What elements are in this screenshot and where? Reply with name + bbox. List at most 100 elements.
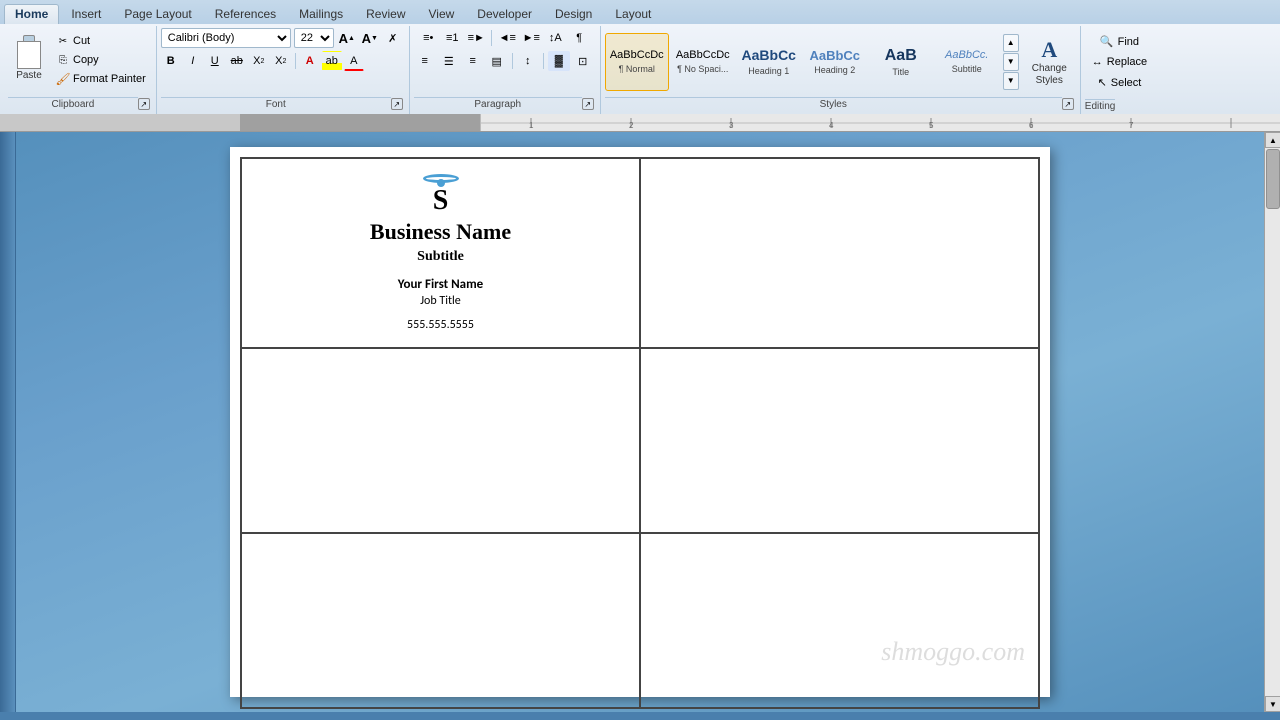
card-cell-4 xyxy=(640,348,1039,533)
subscript-button[interactable]: X2 xyxy=(249,51,269,71)
style-no-spacing-label: ¶ No Spaci... xyxy=(677,64,728,74)
scroll-area[interactable]: S Business Name Subtitle Your First Name… xyxy=(16,132,1264,712)
scroll-up-button[interactable]: ▲ xyxy=(1265,132,1280,148)
card-cell-2 xyxy=(640,158,1039,348)
text-effect-button[interactable]: A xyxy=(300,51,320,71)
style-title-preview: AaB xyxy=(885,46,917,65)
style-heading1[interactable]: AaBbCc Heading 1 xyxy=(737,33,801,91)
italic-button[interactable]: I xyxy=(183,51,203,71)
style-no-spacing-preview: AaBbCcDc xyxy=(676,49,730,62)
paragraph-dialog-launcher[interactable]: ↗ xyxy=(582,98,594,110)
style-heading2[interactable]: AaBbCc Heading 2 xyxy=(803,33,867,91)
scroll-track[interactable] xyxy=(1265,148,1280,696)
show-marks-button[interactable]: ¶ xyxy=(568,28,590,48)
replace-button[interactable]: ↔ Replace xyxy=(1085,53,1154,71)
cut-button[interactable]: ✂ Cut xyxy=(52,32,150,50)
font-shrink-button[interactable]: A▼ xyxy=(360,28,380,48)
multilevel-list-button[interactable]: ≡► xyxy=(465,28,487,48)
tab-view[interactable]: View xyxy=(418,4,466,24)
svg-text:6: 6 xyxy=(1029,121,1034,130)
style-title-label: Title xyxy=(892,67,909,77)
select-button[interactable]: ↖ Select xyxy=(1091,73,1149,92)
align-right-button[interactable]: ≡ xyxy=(462,51,484,71)
tab-references[interactable]: References xyxy=(204,4,287,24)
highlight-button[interactable]: ab xyxy=(322,51,342,71)
justify-button[interactable]: ▤ xyxy=(486,51,508,71)
ribbon-content: Paste ✂ Cut ⎘ Copy 🖌 Format Painter xyxy=(0,24,1280,114)
ruler-bar: 1 2 3 4 5 6 7 xyxy=(0,114,1280,132)
style-normal-preview: AaBbCcDc xyxy=(610,49,664,62)
phone-number: 555.555.5555 xyxy=(407,318,474,332)
tab-layout[interactable]: Layout xyxy=(604,4,662,24)
styles-dialog-launcher[interactable]: ↗ xyxy=(1062,98,1074,110)
sort-button[interactable]: ↕A xyxy=(544,28,566,48)
find-button[interactable]: 🔍 Find xyxy=(1093,32,1146,51)
svg-text:3: 3 xyxy=(729,121,734,130)
left-sidebar xyxy=(0,132,16,712)
editing-group: 🔍 Find ↔ Replace ↖ Select Editing xyxy=(1081,26,1160,114)
style-heading2-label: Heading 2 xyxy=(814,65,855,75)
card-cell-6 xyxy=(640,533,1039,708)
paragraph-group: ≡• ≡1 ≡► ◄≡ ►≡ ↕A ¶ ≡ ☰ ≡ ▤ ↕ xyxy=(410,26,601,114)
card-grid: S Business Name Subtitle Your First Name… xyxy=(240,157,1040,709)
copy-button[interactable]: ⎘ Copy xyxy=(52,51,150,69)
styles-group: AaBbCcDc ¶ Normal AaBbCcDc ¶ No Spaci...… xyxy=(601,26,1081,114)
styles-scroll-up[interactable]: ▲ xyxy=(1003,34,1019,52)
superscript-button[interactable]: X2 xyxy=(271,51,291,71)
bold-button[interactable]: B xyxy=(161,51,181,71)
document-page: S Business Name Subtitle Your First Name… xyxy=(230,147,1050,697)
company-icon-letter: S xyxy=(433,185,449,217)
format-painter-button[interactable]: 🖌 Format Painter xyxy=(52,70,150,88)
business-name: Business Name xyxy=(370,219,511,245)
svg-text:7: 7 xyxy=(1129,121,1134,130)
style-subtitle-preview: AaBbCc. xyxy=(945,49,988,62)
tab-page-layout[interactable]: Page Layout xyxy=(113,4,202,24)
font-size-select[interactable]: 22 xyxy=(294,28,334,48)
ribbon: Home Insert Page Layout References Maili… xyxy=(0,0,1280,114)
scroll-down-button[interactable]: ▼ xyxy=(1265,696,1280,712)
decrease-indent-button[interactable]: ◄≡ xyxy=(496,28,518,48)
style-heading1-preview: AaBbCc xyxy=(742,47,796,64)
font-grow-button[interactable]: A▲ xyxy=(337,28,357,48)
svg-text:1: 1 xyxy=(529,121,534,130)
copy-icon: ⎘ xyxy=(56,53,70,67)
styles-more-button[interactable]: ▼ xyxy=(1003,72,1019,90)
card-cell-main: S Business Name Subtitle Your First Name… xyxy=(241,158,640,348)
font-dialog-launcher[interactable]: ↗ xyxy=(391,98,403,110)
tab-review[interactable]: Review xyxy=(355,4,416,24)
align-left-button[interactable]: ≡ xyxy=(414,51,436,71)
styles-scroll-down[interactable]: ▼ xyxy=(1003,53,1019,71)
numbered-list-button[interactable]: ≡1 xyxy=(441,28,463,48)
paste-label: Paste xyxy=(16,70,42,81)
svg-text:2: 2 xyxy=(629,121,634,130)
font-family-select[interactable]: Calibri (Body) xyxy=(161,28,291,48)
clear-format-button[interactable]: ✗ xyxy=(383,28,403,48)
right-scrollbar[interactable]: ▲ ▼ xyxy=(1264,132,1280,712)
card-cell-5 xyxy=(241,533,640,708)
paste-button[interactable]: Paste xyxy=(8,30,50,84)
increase-indent-button[interactable]: ►≡ xyxy=(520,28,542,48)
strikethrough-button[interactable]: ab xyxy=(227,51,247,71)
card-cell-3 xyxy=(241,348,640,533)
change-styles-button[interactable]: A ChangeStyles xyxy=(1025,34,1074,90)
style-subtitle[interactable]: AaBbCc. Subtitle xyxy=(935,33,999,91)
style-heading2-preview: AaBbCc xyxy=(809,48,860,64)
align-center-button[interactable]: ☰ xyxy=(438,51,460,71)
style-subtitle-label: Subtitle xyxy=(952,64,982,74)
scroll-thumb[interactable] xyxy=(1266,149,1280,209)
clipboard-dialog-launcher[interactable]: ↗ xyxy=(138,98,150,110)
font-color-button[interactable]: A xyxy=(344,51,364,71)
style-no-spacing[interactable]: AaBbCcDc ¶ No Spaci... xyxy=(671,33,735,91)
underline-button[interactable]: U xyxy=(205,51,225,71)
tab-mailings[interactable]: Mailings xyxy=(288,4,354,24)
line-spacing-button[interactable]: ↕ xyxy=(517,51,539,71)
tab-design[interactable]: Design xyxy=(544,4,603,24)
shading-button[interactable]: ▓ xyxy=(548,51,570,71)
border-button[interactable]: ⊡ xyxy=(572,51,594,71)
tab-insert[interactable]: Insert xyxy=(60,4,112,24)
tab-developer[interactable]: Developer xyxy=(466,4,543,24)
bullets-button[interactable]: ≡• xyxy=(417,28,439,48)
style-title[interactable]: AaB Title xyxy=(869,33,933,91)
style-normal[interactable]: AaBbCcDc ¶ Normal xyxy=(605,33,669,91)
tab-home[interactable]: Home xyxy=(4,4,59,24)
